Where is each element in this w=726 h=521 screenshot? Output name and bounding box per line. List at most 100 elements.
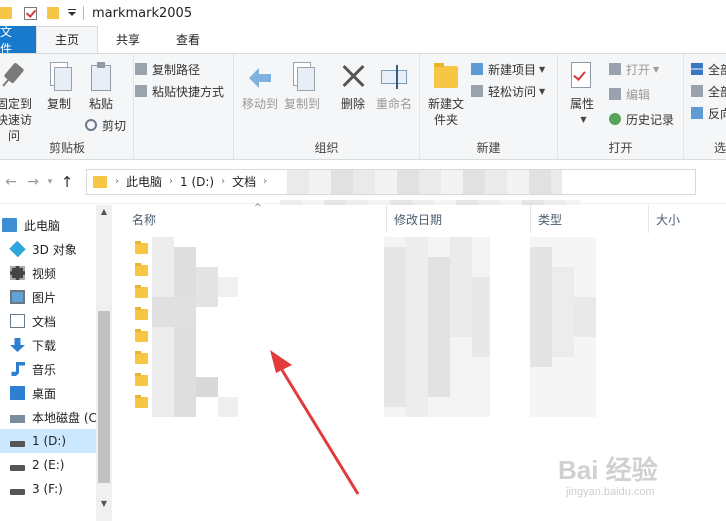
column-separator[interactable] bbox=[648, 205, 649, 233]
desktop-icon bbox=[10, 386, 25, 400]
organize-group-label: 组织 bbox=[314, 141, 339, 155]
scroll-up-icon[interactable]: ▲ bbox=[96, 207, 112, 216]
new-folder-label: 新建文件夹 bbox=[427, 97, 464, 127]
new-item-dropdown-icon: ▼ bbox=[539, 64, 546, 74]
open-dropdown-icon: ▼ bbox=[653, 64, 660, 74]
select-none-button[interactable]: 全部取消 bbox=[690, 82, 726, 100]
breadcrumb-documents[interactable]: 文档 bbox=[232, 173, 256, 190]
address-row: ← → ▾ ↑ › 此电脑 › 1 (D:) › 文档 › bbox=[0, 160, 726, 204]
delete-button[interactable]: 删除 bbox=[336, 62, 370, 112]
watermark-logo: Bai 经验 bbox=[558, 455, 658, 485]
delete-label: 删除 bbox=[340, 97, 365, 111]
breadcrumb-chevron-icon[interactable]: › bbox=[221, 176, 225, 187]
forward-arrow-icon[interactable]: → bbox=[22, 174, 44, 190]
blurred-modified-dates bbox=[384, 237, 490, 417]
rename-button[interactable]: 重命名 bbox=[372, 62, 416, 112]
video-icon bbox=[10, 266, 25, 280]
new-folder-quick-icon[interactable] bbox=[47, 7, 59, 19]
scrollbar-thumb[interactable] bbox=[98, 311, 110, 483]
folder-icon[interactable] bbox=[135, 285, 148, 298]
folder-icon[interactable] bbox=[135, 395, 148, 408]
invert-selection-button[interactable]: 反向选择 bbox=[690, 104, 726, 122]
nav-item-local-disk-c[interactable]: 本地磁盘 (C:) bbox=[0, 405, 96, 429]
folder-icon[interactable] bbox=[135, 351, 148, 364]
tab-home[interactable]: 主页 bbox=[36, 26, 99, 53]
nav-item-downloads[interactable]: 下载 bbox=[0, 333, 96, 357]
nav-item-drive-e[interactable]: 2 (E:) bbox=[0, 453, 96, 477]
nav-scrollbar[interactable]: ▲ ▼ bbox=[96, 205, 112, 521]
new-item-button[interactable]: 新建项目 ▼ bbox=[470, 60, 545, 78]
history-label: 历史记录 bbox=[626, 112, 675, 127]
breadcrumb-chevron-icon[interactable]: › bbox=[169, 176, 173, 187]
properties-label: 属性 bbox=[569, 97, 594, 111]
nav-item-videos[interactable]: 视频 bbox=[0, 261, 96, 285]
history-icon bbox=[608, 112, 622, 126]
new-group-label: 新建 bbox=[476, 141, 501, 155]
select-group: 全部选择 全部取消 反向选择 选择 bbox=[684, 54, 726, 160]
properties-dropdown-icon: ▼ bbox=[580, 115, 587, 124]
breadcrumb-chevron-icon[interactable]: › bbox=[263, 176, 267, 187]
select-all-button[interactable]: 全部选择 bbox=[690, 60, 726, 78]
sort-ascending-icon: ^ bbox=[254, 203, 262, 213]
properties-button[interactable]: 属性 ▼ bbox=[564, 62, 600, 128]
move-to-button[interactable]: 移动到 bbox=[240, 62, 280, 112]
up-arrow-icon[interactable]: ↑ bbox=[56, 173, 78, 191]
column-header-type[interactable]: 类型 bbox=[538, 211, 562, 228]
column-header-size[interactable]: 大小 bbox=[656, 211, 680, 228]
scroll-down-icon[interactable]: ▼ bbox=[96, 499, 112, 508]
open-button[interactable]: 打开 ▼ bbox=[608, 60, 659, 78]
tab-file[interactable]: 文件 bbox=[0, 25, 36, 56]
nav-item-label: 图片 bbox=[32, 290, 57, 305]
tab-view[interactable]: 查看 bbox=[158, 26, 218, 53]
drive-icon bbox=[10, 489, 25, 495]
3d-objects-icon bbox=[9, 240, 26, 258]
nav-item-drive-f[interactable]: 3 (F:) bbox=[0, 477, 96, 501]
column-separator[interactable] bbox=[530, 205, 531, 233]
invert-selection-icon bbox=[690, 106, 704, 120]
breadcrumb-drive-d[interactable]: 1 (D:) bbox=[180, 175, 214, 189]
breadcrumb-chevron-icon[interactable]: › bbox=[115, 176, 119, 187]
select-all-icon bbox=[690, 62, 704, 76]
blurred-file-types bbox=[530, 237, 596, 417]
copy-to-button[interactable]: 复制到 bbox=[282, 62, 322, 112]
new-item-icon bbox=[470, 62, 484, 76]
properties-check-icon[interactable] bbox=[24, 6, 37, 20]
folder-icon[interactable] bbox=[135, 373, 148, 386]
easy-access-button[interactable]: 轻松访问 ▼ bbox=[470, 82, 545, 100]
edit-button[interactable]: 编辑 bbox=[608, 85, 650, 103]
title-bar: markmark2005 bbox=[0, 0, 726, 26]
blurred-path-segment bbox=[287, 169, 562, 194]
folder-icon[interactable] bbox=[135, 241, 148, 254]
customize-quick-access-icon[interactable] bbox=[67, 8, 77, 18]
column-separator[interactable] bbox=[386, 205, 387, 233]
nav-item-label: 3D 对象 bbox=[32, 242, 77, 257]
folder-icon bbox=[93, 175, 107, 188]
nav-item-label: 文档 bbox=[32, 314, 57, 329]
nav-item-music[interactable]: 音乐 bbox=[0, 357, 96, 381]
nav-item-documents[interactable]: 文档 bbox=[0, 309, 96, 333]
new-folder-button[interactable]: 新建文件夹 bbox=[426, 62, 466, 128]
nav-item-desktop[interactable]: 桌面 bbox=[0, 381, 96, 405]
address-bar[interactable]: › 此电脑 › 1 (D:) › 文档 › bbox=[86, 168, 696, 195]
nav-item-this-pc[interactable]: 此电脑 bbox=[0, 213, 96, 237]
tab-share[interactable]: 共享 bbox=[98, 26, 158, 53]
nav-item-pictures[interactable]: 图片 bbox=[0, 285, 96, 309]
folder-icon[interactable] bbox=[135, 329, 148, 342]
column-header-modified[interactable]: 修改日期 bbox=[394, 211, 442, 228]
column-header-name[interactable]: 名称 bbox=[132, 211, 156, 228]
ribbon: 固定到快速访问 复制 粘贴 复制路径 粘贴快捷方式 剪切 剪贴板 移动到 复制到 bbox=[0, 53, 726, 160]
back-arrow-icon[interactable]: ← bbox=[0, 174, 22, 190]
nav-item-label: 视频 bbox=[32, 266, 57, 281]
clipboard-group-label: 剪贴板 bbox=[48, 141, 85, 155]
nav-item-drive-d[interactable]: 1 (D:) bbox=[0, 429, 96, 453]
nav-item-3d-objects[interactable]: 3D 对象 bbox=[0, 237, 96, 261]
edit-icon bbox=[608, 87, 622, 101]
watermark-url: jingyan.baidu.com bbox=[566, 486, 655, 498]
folder-icon[interactable] bbox=[135, 263, 148, 276]
breadcrumb-this-pc[interactable]: 此电脑 bbox=[126, 173, 162, 190]
history-button[interactable]: 历史记录 bbox=[608, 110, 674, 128]
rename-icon bbox=[381, 62, 407, 92]
recent-locations-chevron-icon[interactable]: ▾ bbox=[44, 177, 56, 187]
clipboard-group-frame: 剪贴板 bbox=[0, 54, 234, 160]
folder-icon[interactable] bbox=[135, 307, 148, 320]
